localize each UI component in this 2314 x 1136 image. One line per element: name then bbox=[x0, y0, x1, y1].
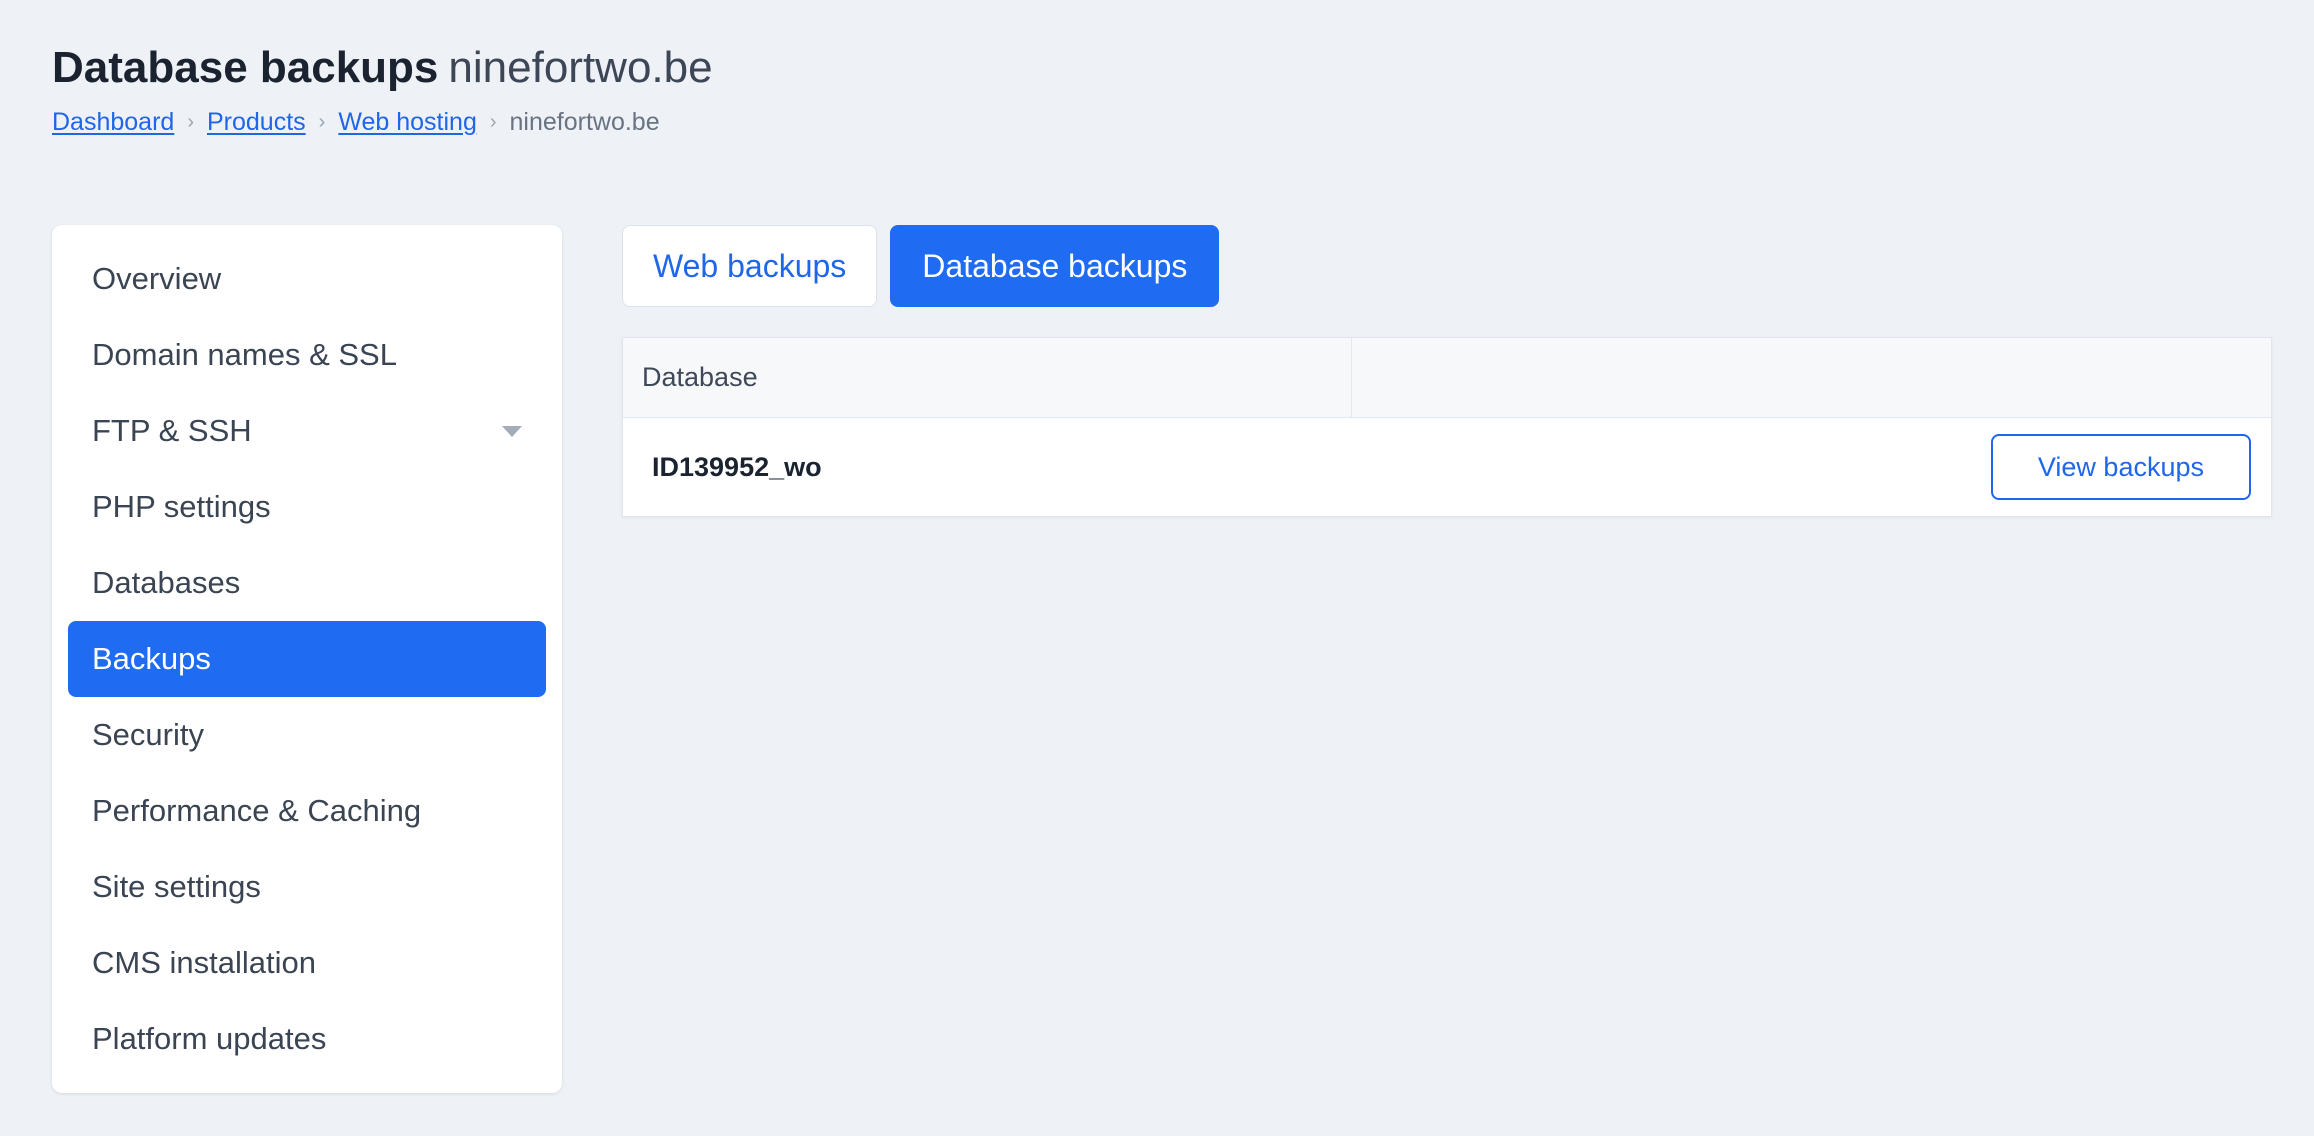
breadcrumb-link-products[interactable]: Products bbox=[207, 106, 306, 138]
sidebar-item-databases[interactable]: Databases bbox=[68, 545, 546, 621]
sidebar-item-domain-names-ssl[interactable]: Domain names & SSL bbox=[68, 317, 546, 393]
sidebar-item-php-settings[interactable]: PHP settings bbox=[68, 469, 546, 545]
page-title-strong: Database backups bbox=[52, 43, 439, 92]
view-backups-button[interactable]: View backups bbox=[1990, 434, 2251, 500]
table-row: ID139952_wo View backups bbox=[623, 418, 2271, 516]
sidebar-item-performance-caching[interactable]: Performance & Caching bbox=[68, 773, 546, 849]
page-title: Database backups ninefortwo.be bbox=[52, 40, 713, 96]
sidebar-item-label: Overview bbox=[92, 261, 222, 296]
sidebar-item-label: Platform updates bbox=[92, 1021, 327, 1056]
breadcrumb-separator-icon: › bbox=[187, 111, 194, 133]
sidebar-nav: Overview Domain names & SSL FTP & SSH PH… bbox=[52, 225, 562, 1093]
sidebar-item-ftp-ssh[interactable]: FTP & SSH bbox=[68, 393, 546, 469]
sidebar-item-site-settings[interactable]: Site settings bbox=[68, 849, 546, 925]
breadcrumb-link-dashboard[interactable]: Dashboard bbox=[52, 106, 174, 138]
page-title-domain: ninefortwo.be bbox=[448, 43, 713, 92]
breadcrumb-separator-icon: › bbox=[318, 111, 326, 133]
database-backups-table: Database ID139952_wo View backups bbox=[622, 337, 2272, 517]
breadcrumb-separator-icon: › bbox=[489, 111, 497, 133]
sidebar-item-label: Site settings bbox=[92, 869, 261, 904]
tab-web-backups[interactable]: Web backups bbox=[622, 225, 878, 307]
backup-tabs: Web backups Database backups bbox=[622, 225, 1220, 307]
sidebar-item-platform-updates[interactable]: Platform updates bbox=[68, 1001, 546, 1077]
sidebar-item-label: Security bbox=[92, 717, 204, 752]
page-header: Database backups ninefortwo.be Dashboard … bbox=[52, 40, 713, 138]
sidebar-item-label: Performance & Caching bbox=[92, 793, 422, 828]
sidebar-item-label: Databases bbox=[92, 565, 241, 600]
breadcrumb-link-web-hosting[interactable]: Web hosting bbox=[338, 106, 477, 138]
chevron-down-icon[interactable] bbox=[502, 425, 522, 437]
breadcrumb-current: ninefortwo.be bbox=[509, 108, 660, 136]
sidebar-item-security[interactable]: Security bbox=[68, 697, 546, 773]
sidebar-item-label: CMS installation bbox=[92, 945, 316, 980]
sidebar-item-label: Backups bbox=[92, 641, 211, 676]
page: Database backups ninefortwo.be Dashboard … bbox=[0, 0, 2314, 1136]
sidebar-item-cms-installation[interactable]: CMS installation bbox=[68, 925, 546, 1001]
tab-database-backups[interactable]: Database backups bbox=[890, 225, 1220, 307]
table-header: Database bbox=[623, 338, 2271, 418]
sidebar-item-label: Domain names & SSL bbox=[92, 337, 397, 372]
breadcrumb: Dashboard › Products › Web hosting › nin… bbox=[52, 106, 713, 138]
sidebar-item-label: FTP & SSH bbox=[92, 413, 252, 448]
column-header-database: Database bbox=[623, 338, 1352, 417]
database-name-cell: ID139952_wo bbox=[652, 451, 822, 482]
sidebar-item-backups[interactable]: Backups bbox=[68, 621, 546, 697]
sidebar-item-overview[interactable]: Overview bbox=[68, 241, 546, 317]
column-header-actions bbox=[1352, 338, 2271, 417]
sidebar-item-label: PHP settings bbox=[92, 489, 271, 524]
